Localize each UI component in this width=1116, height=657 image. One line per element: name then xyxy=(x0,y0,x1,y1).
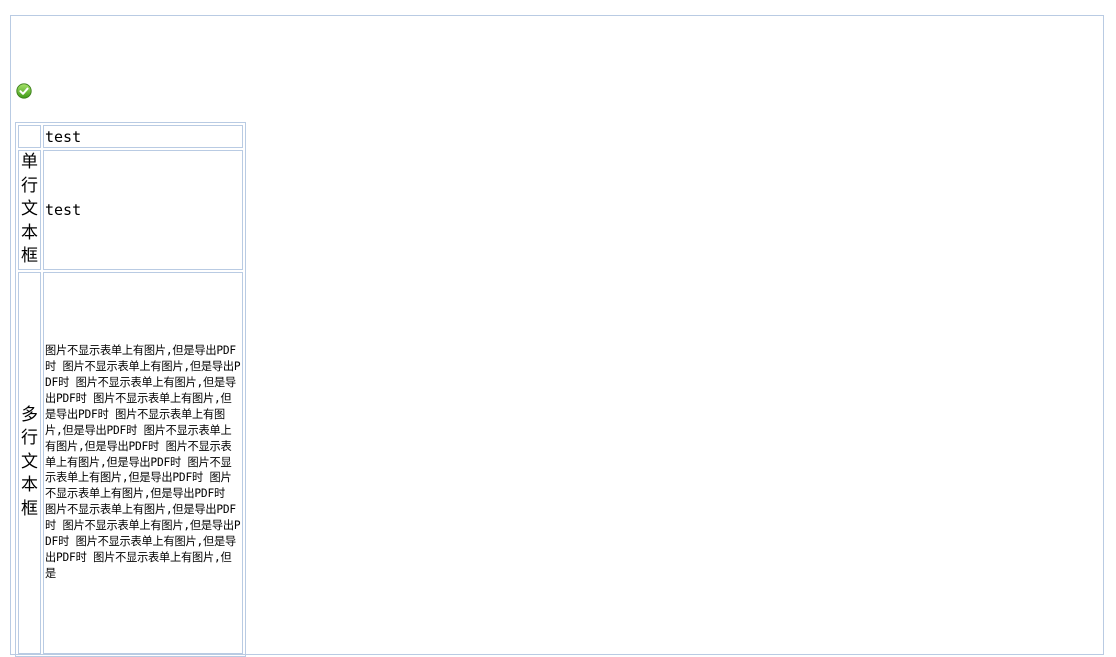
header-value: test xyxy=(43,125,243,148)
single-line-value[interactable]: test xyxy=(43,150,243,270)
label-cell-empty xyxy=(18,125,41,148)
form-table: test 单行文本框 test 多行文本框 图片不显示表单上有图片,但是导出PD… xyxy=(15,122,246,657)
multi-line-label: 多行文本框 xyxy=(18,271,41,654)
table-row: test xyxy=(18,125,243,148)
table-row-multi-line: 多行文本框 图片不显示表单上有图片,但是导出PDF时 图片不显示表单上有图片,但… xyxy=(18,271,243,654)
multi-line-value[interactable]: 图片不显示表单上有图片,但是导出PDF时 图片不显示表单上有图片,但是导出PDF… xyxy=(43,271,243,654)
table-row-single-line: 单行文本框 test xyxy=(18,150,243,270)
check-circle-icon xyxy=(16,83,32,99)
single-line-label: 单行文本框 xyxy=(18,150,41,270)
